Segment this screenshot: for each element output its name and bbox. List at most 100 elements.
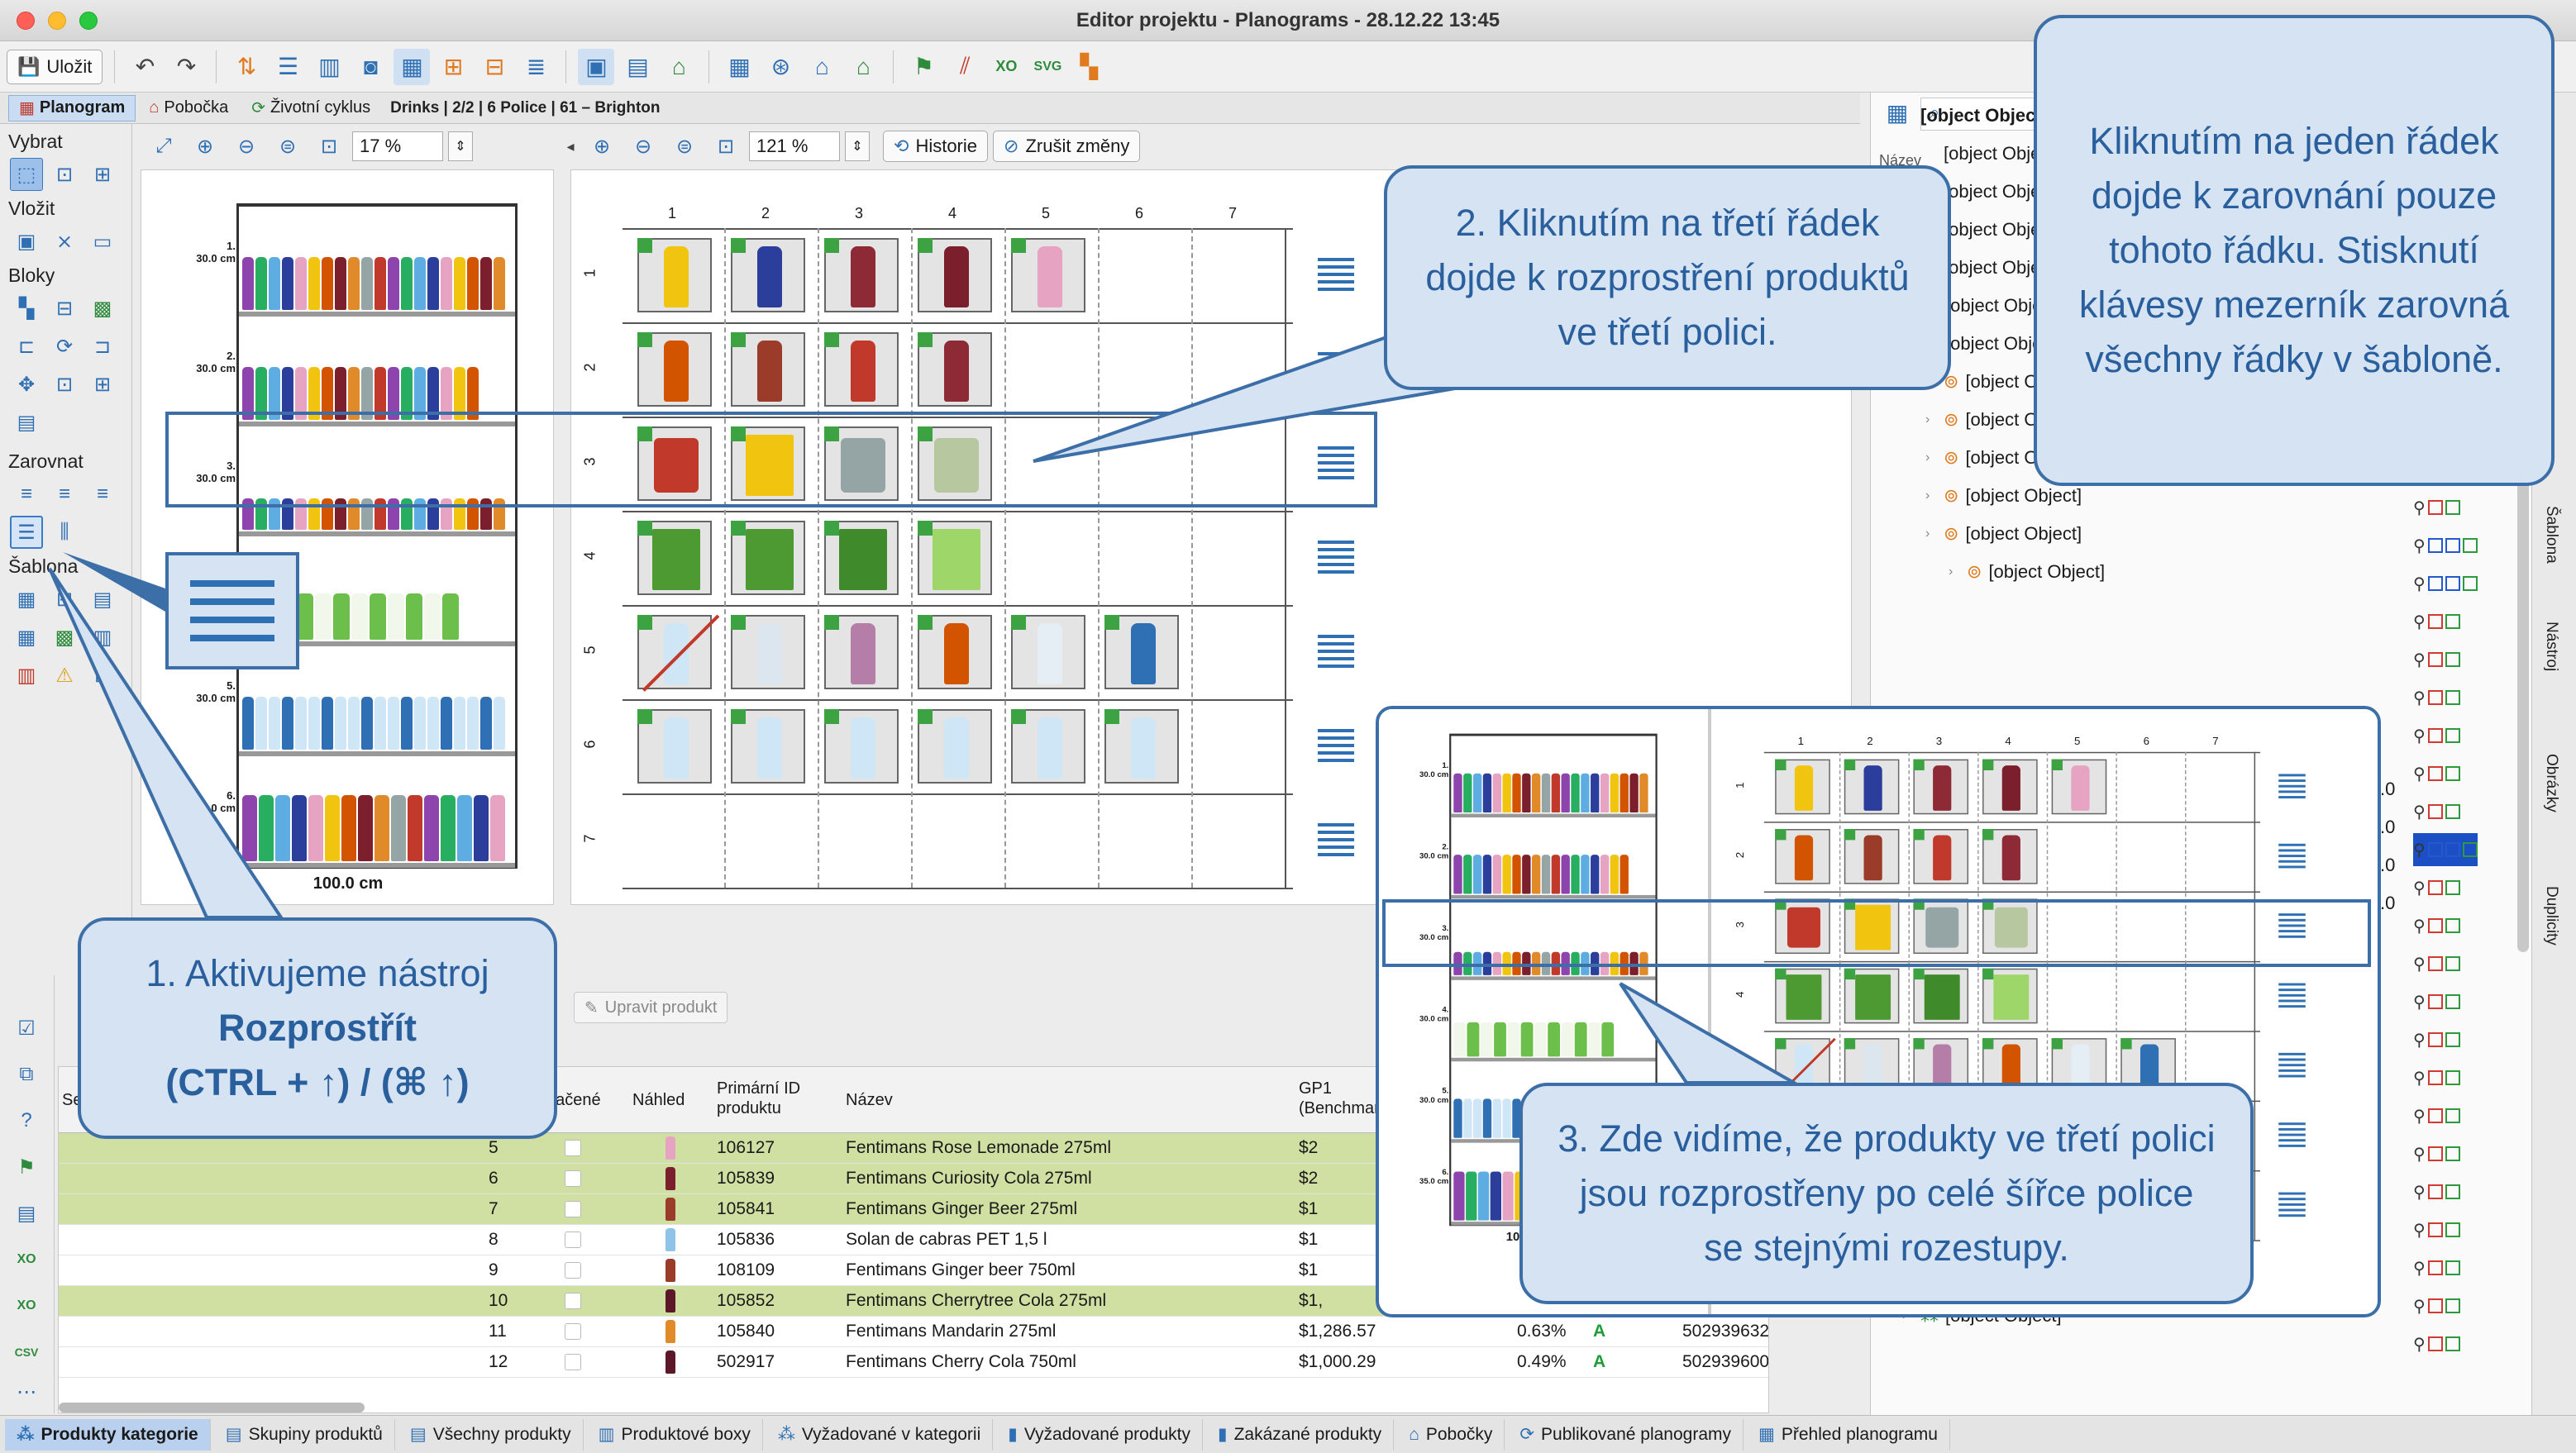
shelf-product[interactable]	[295, 257, 307, 310]
tab-lifecycle[interactable]: ⟳ Životní cyklus	[241, 95, 380, 121]
shelf-product[interactable]	[457, 795, 472, 861]
grid-product-cell[interactable]	[1104, 615, 1179, 689]
csv-icon[interactable]: CSV	[10, 1336, 43, 1369]
shelf-product[interactable]	[308, 795, 323, 861]
shelf-product[interactable]	[467, 697, 479, 750]
shelf-product[interactable]	[351, 593, 368, 640]
more-icon[interactable]: ⋯	[10, 1375, 43, 1408]
shelf-zoom-stepper[interactable]: ⇕	[448, 131, 473, 161]
shelf-product[interactable]	[401, 257, 413, 310]
block-grid-icon[interactable]: ▚	[10, 292, 43, 325]
shelf-product[interactable]	[1463, 1098, 1472, 1138]
zoom-out-icon[interactable]: ⊖	[228, 128, 265, 164]
block-resize-icon[interactable]: ⊟	[48, 292, 81, 325]
grid-product-cell[interactable]	[824, 238, 899, 312]
grid-product-cell[interactable]	[1844, 759, 1900, 815]
shelf-product[interactable]	[388, 697, 399, 750]
grid-product-cell[interactable]	[637, 521, 712, 595]
store-icon[interactable]: ⌂	[804, 49, 840, 85]
grid-product-cell[interactable]	[1011, 615, 1085, 689]
shelf-product[interactable]	[358, 795, 373, 861]
link-icon[interactable]: ⚲	[2413, 878, 2426, 898]
bottom-tab[interactable]: ⁂ Produkty kategorie	[5, 1418, 211, 1451]
bottom-tab[interactable]: ⌂ Pobočky	[1397, 1418, 1505, 1451]
template-table-icon[interactable]: ▤	[86, 583, 119, 616]
shelf-product[interactable]	[427, 697, 439, 750]
insert-label-icon[interactable]: ▭	[86, 225, 119, 258]
grid-zoom-stepper[interactable]: ⇕	[845, 131, 870, 161]
shelf-product[interactable]	[1639, 773, 1648, 813]
shelf-product[interactable]	[388, 257, 399, 310]
shelf-product[interactable]	[406, 593, 422, 640]
bottom-tab[interactable]: ▦ Přehled planogramu	[1747, 1418, 1950, 1451]
link-icon[interactable]: ⚲	[2413, 650, 2426, 670]
grid-zoom-out-icon[interactable]: ⊖	[625, 128, 661, 164]
xo-icon[interactable]: XO	[988, 49, 1024, 85]
shelf-product[interactable]	[1629, 773, 1639, 813]
grid-product-cell[interactable]	[731, 615, 805, 689]
grid-product-cell[interactable]	[731, 521, 805, 595]
shelf-product[interactable]	[424, 795, 439, 861]
distribute-vertical-icon[interactable]: ⫼	[48, 516, 81, 549]
shelf-product[interactable]	[454, 257, 465, 310]
shelf-product[interactable]	[1571, 855, 1580, 894]
align-row-icon[interactable]	[2278, 983, 2306, 1008]
bottom-tab[interactable]: ▮ Zakázané produkty	[1206, 1418, 1395, 1451]
side-tab-duplicates[interactable]: Duplicity	[2542, 886, 2560, 946]
align-row-icon[interactable]	[2278, 1192, 2306, 1217]
chart-icon[interactable]: ⫽	[947, 49, 983, 85]
grid-zoom-input[interactable]: 121 %	[749, 131, 840, 161]
link-icon[interactable]: ⚲	[2413, 1182, 2426, 1203]
bottom-tab[interactable]: ▤ Všechny produkty	[398, 1418, 584, 1451]
shelf-product[interactable]	[335, 697, 346, 750]
table-row[interactable]: 12 502917 Fentimans Cherry Cola 750ml $1,00…	[59, 1347, 1768, 1378]
minimize-window-button[interactable]	[48, 12, 66, 30]
shelf-product[interactable]	[333, 593, 350, 640]
bottom-tab[interactable]: ▥ Produktové boxy	[587, 1418, 763, 1451]
align-row-icon[interactable]	[2278, 1122, 2306, 1147]
template-cells-icon[interactable]: ▦	[10, 621, 43, 654]
shelf-product[interactable]	[1551, 855, 1561, 894]
side-tab-tool[interactable]: Nástroj	[2542, 622, 2560, 671]
shelf-product[interactable]	[292, 795, 307, 861]
shelf-product[interactable]	[480, 697, 492, 750]
block-merge-icon[interactable]: ⊞	[86, 368, 119, 401]
align-row-icon[interactable]	[1318, 541, 1354, 574]
block-rotate-icon[interactable]: ⟳	[48, 330, 81, 363]
shelf-product[interactable]	[1477, 1171, 1490, 1221]
link-icon[interactable]: ⚲	[2413, 688, 2426, 708]
grid-product-cell[interactable]	[824, 709, 899, 784]
shelf-product[interactable]	[1588, 1022, 1600, 1057]
select-row-icon[interactable]: ⊞	[86, 158, 119, 191]
xo-icon[interactable]: XO	[10, 1243, 43, 1276]
grid-product-cell[interactable]	[637, 709, 712, 784]
flag-icon[interactable]: ⚑	[10, 1150, 43, 1184]
grid-product-cell[interactable]	[1011, 709, 1085, 784]
grid-product-cell[interactable]	[1011, 238, 1085, 312]
xo-export-icon[interactable]: XO	[10, 1289, 43, 1322]
shelf-product[interactable]	[255, 257, 267, 310]
select-tool-icon[interactable]: ⬚	[10, 158, 43, 191]
shelf-product[interactable]	[480, 257, 492, 310]
network-icon[interactable]: ⊛	[762, 49, 799, 85]
grid-product-cell[interactable]	[1775, 829, 1830, 884]
tab-pobocka[interactable]: ⌂ Pobočka	[139, 95, 238, 121]
shelf-product[interactable]	[1453, 1098, 1462, 1138]
shelf-product[interactable]	[1520, 1022, 1534, 1057]
link-icon[interactable]: ⚲	[2413, 612, 2426, 632]
bottom-tab[interactable]: ⟳ Publikované planogramy	[1508, 1418, 1744, 1451]
shelf-product[interactable]	[361, 697, 373, 750]
grid-product-cell[interactable]	[1982, 759, 2038, 815]
grid-product-cell[interactable]	[1913, 829, 1969, 884]
block-move-icon[interactable]: ✥	[10, 368, 43, 401]
copy-icon[interactable]: ⧉	[10, 1058, 43, 1091]
grid-product-cell[interactable]	[918, 238, 992, 312]
shelf-product[interactable]	[1507, 1022, 1520, 1057]
block-layout-icon[interactable]: ▤	[10, 406, 43, 439]
planogram-view-icon[interactable]: ▣	[578, 48, 615, 85]
shelf-product[interactable]	[1601, 1022, 1615, 1057]
home-icon[interactable]: ⌂	[661, 49, 697, 85]
shelf-product[interactable]	[414, 257, 426, 310]
grid-zoom-in-icon[interactable]: ⊕	[584, 128, 620, 164]
align-row-icon[interactable]	[2278, 1052, 2306, 1078]
